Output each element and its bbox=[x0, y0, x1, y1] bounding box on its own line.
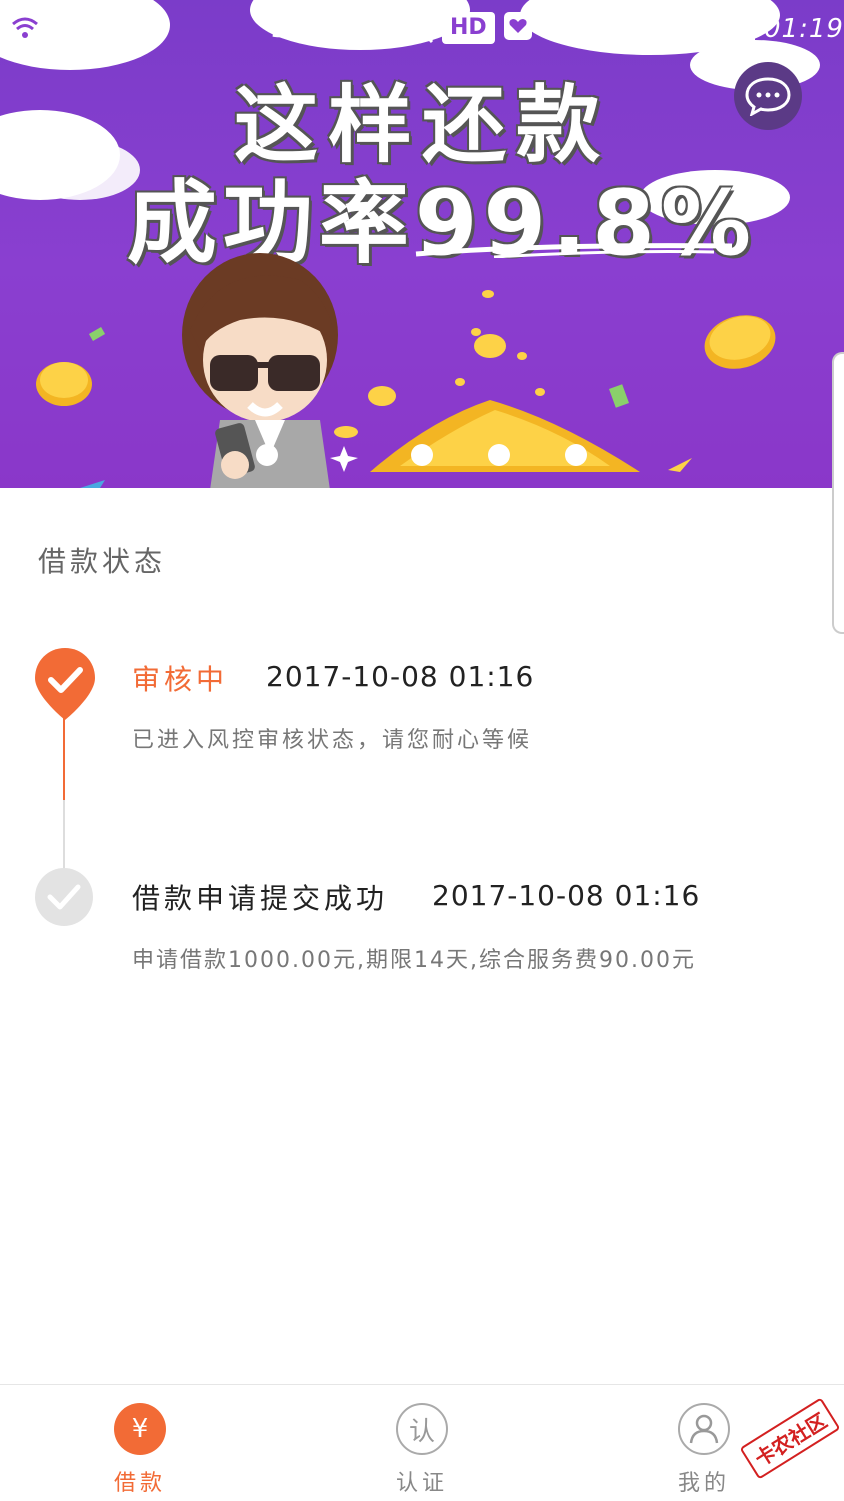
step-desc-submitted: 申请借款1000.00元,期限14天,综合服务费90.00元 bbox=[132, 948, 696, 973]
step-title-reviewing: 审核中 bbox=[132, 663, 229, 696]
section-title: 借款状态 bbox=[38, 545, 167, 578]
chat-button[interactable] bbox=[734, 62, 802, 130]
tab-label-verify: 认证 bbox=[395, 1471, 448, 1496]
bottom-tab-bar: ¥ 借款 认 认证 我的 bbox=[0, 1384, 844, 1501]
tab-verify[interactable]: 认 认证 bbox=[342, 1385, 502, 1501]
check-icon bbox=[47, 884, 81, 910]
tab-label-loan: 借款 bbox=[113, 1471, 166, 1496]
banner-pager bbox=[0, 440, 844, 470]
tab-loan[interactable]: ¥ 借款 bbox=[60, 1385, 220, 1501]
step-desc-reviewing: 已进入风控审核状态，请您耐心等候 bbox=[132, 728, 533, 753]
verify-icon: 认 bbox=[396, 1403, 448, 1455]
chat-bubble-icon bbox=[745, 77, 791, 116]
step-complete-marker bbox=[35, 868, 93, 926]
coins-illustration bbox=[36, 290, 776, 488]
pager-dot[interactable] bbox=[411, 444, 433, 466]
timeline-connector bbox=[63, 800, 65, 870]
pager-dot[interactable] bbox=[256, 444, 278, 466]
pager-dot[interactable] bbox=[488, 444, 510, 466]
user-silhouette-icon bbox=[689, 1414, 719, 1444]
step-title-submitted: 借款申请提交成功 bbox=[132, 882, 389, 915]
timeline-connector-active bbox=[63, 716, 65, 800]
check-pin-icon bbox=[35, 648, 95, 720]
step-time-submitted: 2017-10-08 01:16 bbox=[432, 879, 701, 912]
pager-dot[interactable] bbox=[565, 444, 587, 466]
user-icon bbox=[678, 1403, 730, 1455]
step-time-reviewing: 2017-10-08 01:16 bbox=[266, 660, 535, 693]
yen-icon: ¥ bbox=[114, 1403, 166, 1455]
promo-banner[interactable]: 52.56k/s HD 4G 2G 68% 01:19 这样还款 成功率99.8… bbox=[0, 0, 844, 488]
side-scroll-handle[interactable] bbox=[832, 352, 844, 634]
